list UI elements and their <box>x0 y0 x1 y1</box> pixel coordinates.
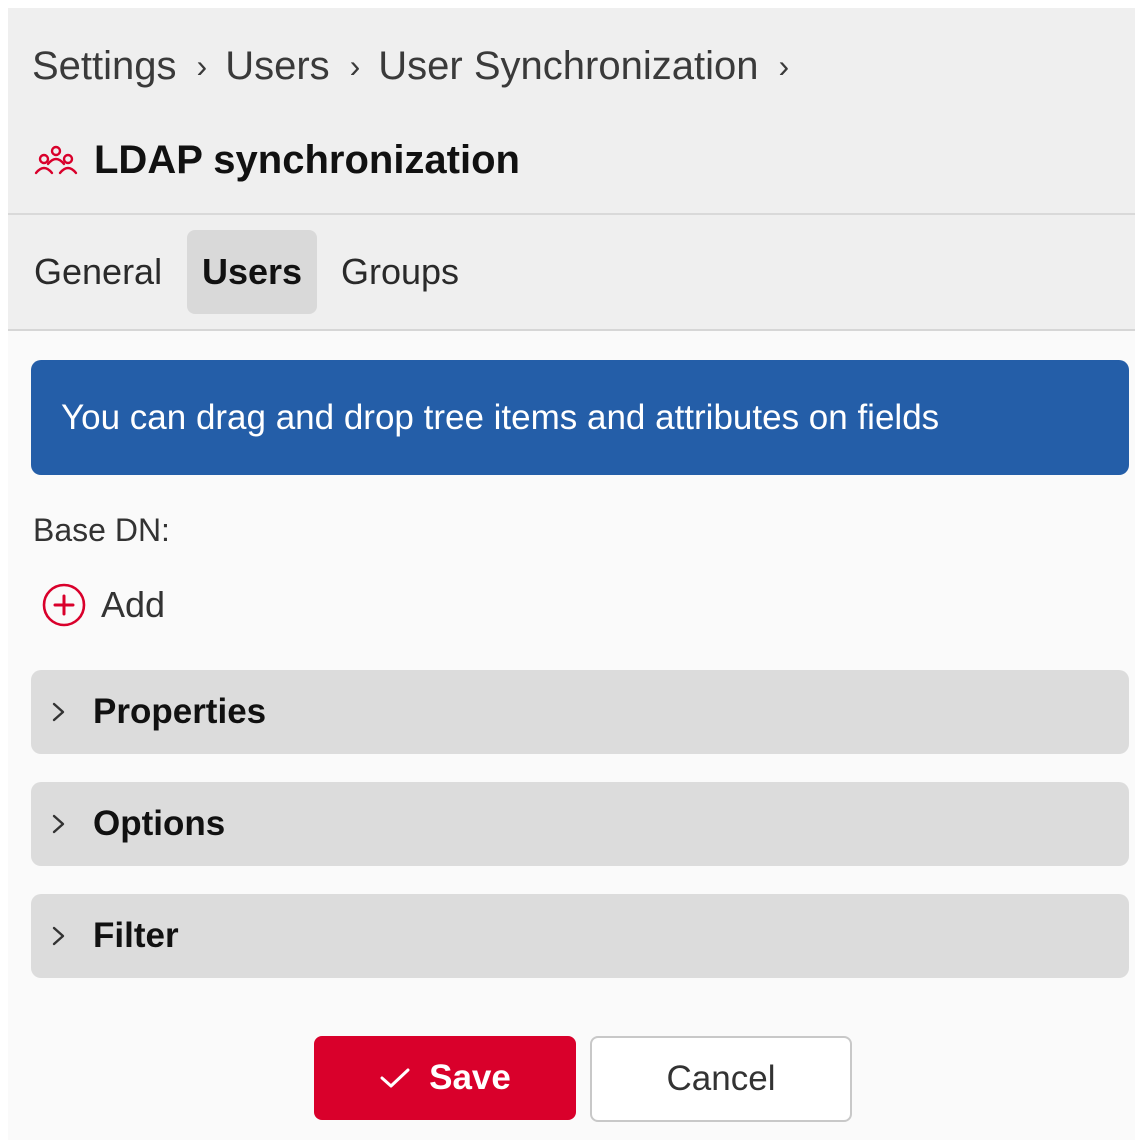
section-options[interactable]: Options <box>31 782 1129 866</box>
section-label: Filter <box>93 916 179 955</box>
page-header: Settings › Users › User Synchronization … <box>8 8 1135 215</box>
add-base-dn-button[interactable]: Add <box>41 582 165 628</box>
section-filter[interactable]: Filter <box>31 894 1129 978</box>
breadcrumb-separator: › <box>349 48 361 84</box>
cancel-button[interactable]: Cancel <box>590 1036 852 1122</box>
breadcrumb-item-users[interactable]: Users <box>225 44 329 89</box>
page-title-text: LDAP synchronization <box>94 138 520 182</box>
tab-bar: General Users Groups <box>8 215 1135 331</box>
tab-general[interactable]: General <box>34 230 162 314</box>
section-properties[interactable]: Properties <box>31 670 1129 754</box>
save-label: Save <box>429 1058 511 1097</box>
breadcrumb-item-settings[interactable]: Settings <box>32 44 177 89</box>
plus-circle-icon <box>42 583 86 627</box>
page-title: LDAP synchronization <box>34 138 520 183</box>
section-label: Options <box>93 804 226 843</box>
info-banner: You can drag and drop tree items and att… <box>31 360 1129 475</box>
breadcrumb: Settings › Users › User Synchronization … <box>32 44 807 89</box>
breadcrumb-separator: › <box>196 48 208 84</box>
check-icon <box>380 1068 410 1088</box>
users-group-icon <box>34 145 78 174</box>
tab-groups[interactable]: Groups <box>341 230 459 314</box>
save-button[interactable]: Save <box>314 1036 576 1120</box>
base-dn-label: Base DN: <box>33 512 170 548</box>
breadcrumb-item-user-synchronization[interactable]: User Synchronization <box>378 44 758 89</box>
chevron-right-icon <box>52 926 65 946</box>
tab-users[interactable]: Users <box>187 230 317 314</box>
chevron-right-icon <box>52 814 65 834</box>
chevron-right-icon <box>52 702 65 722</box>
section-label: Properties <box>93 692 267 731</box>
add-label: Add <box>101 584 166 625</box>
breadcrumb-separator: › <box>778 48 790 84</box>
